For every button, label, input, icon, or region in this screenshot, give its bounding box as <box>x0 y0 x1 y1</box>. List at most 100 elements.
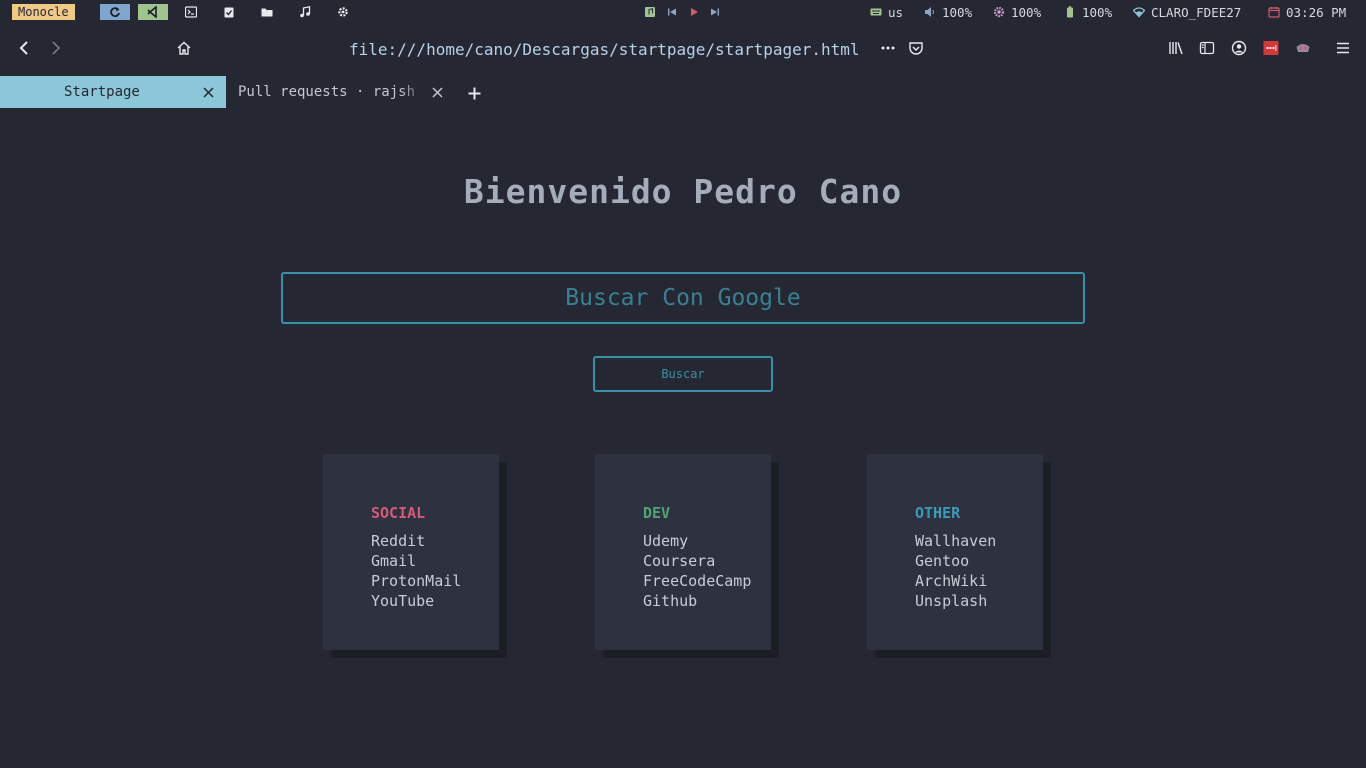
link-wallhaven[interactable]: Wallhaven <box>915 531 996 551</box>
back-button[interactable] <box>12 36 36 60</box>
workspace-music-icon[interactable] <box>290 4 320 20</box>
gear-icon <box>338 7 348 17</box>
link-reddit[interactable]: Reddit <box>371 531 461 551</box>
tab-label: Pull requests · rajsh <box>238 84 416 100</box>
forward-button[interactable] <box>44 36 68 60</box>
keyboard-status[interactable]: us <box>870 3 903 21</box>
close-tab-button[interactable] <box>201 85 215 99</box>
startpage-content: Bienvenido Pedro Cano Buscar SOCIAL Redd… <box>0 112 1366 768</box>
tab-label: Startpage <box>64 84 140 100</box>
battery-text: 100% <box>1082 4 1113 20</box>
library-icon <box>1169 42 1183 55</box>
password-manager-button[interactable] <box>1259 36 1283 60</box>
battery-status[interactable]: 100% <box>1064 3 1112 21</box>
menu-button[interactable] <box>1331 36 1355 60</box>
vscode-icon <box>147 6 157 18</box>
hamburger-menu-icon <box>1337 42 1349 54</box>
close-icon <box>431 86 443 98</box>
next-track-button[interactable] <box>708 4 722 20</box>
address-bar[interactable]: file:///home/cano/Descargas/startpage/st… <box>349 40 860 59</box>
brightness-icon <box>993 6 1005 18</box>
workspace-clipboard-icon[interactable] <box>214 4 244 20</box>
clipboard-check-icon <box>224 7 234 18</box>
folder-icon <box>261 8 273 17</box>
window-manager-bar: Monocle us 100% 100% 100% CLARO_FDEE27 0… <box>0 0 1366 24</box>
link-youtube[interactable]: YouTube <box>371 591 461 611</box>
home-button[interactable] <box>172 36 196 60</box>
music-icon <box>300 6 311 18</box>
search-button[interactable]: Buscar <box>593 356 773 392</box>
link-list: Reddit Gmail ProtonMail YouTube <box>371 531 461 611</box>
page-actions-button[interactable] <box>876 36 900 60</box>
refresh-icon <box>110 7 120 17</box>
workspace-terminal-icon[interactable] <box>176 4 206 20</box>
search-input[interactable] <box>281 272 1085 324</box>
more-horizontal-icon <box>881 46 895 50</box>
workspace-refresh-icon[interactable] <box>100 4 130 20</box>
clock[interactable]: 03:26 PM <box>1268 3 1346 21</box>
battery-icon <box>1067 6 1073 18</box>
account-button[interactable] <box>1227 36 1251 60</box>
link-protonmail[interactable]: ProtonMail <box>371 571 461 591</box>
link-freecodecamp[interactable]: FreeCodeCamp <box>643 571 751 591</box>
terminal-icon <box>185 6 197 18</box>
layout-indicator[interactable]: Monocle <box>12 4 75 20</box>
link-list: Udemy Coursera FreeCodeCamp Github <box>643 531 751 611</box>
music-app-icon[interactable] <box>643 4 657 20</box>
close-tab-button[interactable] <box>430 85 444 99</box>
play-icon <box>691 8 698 16</box>
plus-icon <box>468 87 480 99</box>
lastpass-icon <box>1263 41 1279 55</box>
wifi-status[interactable]: CLARO_FDEE27 <box>1133 3 1241 21</box>
sidebar-icon <box>1199 41 1215 55</box>
welcome-heading: Bienvenido Pedro Cano <box>463 172 903 211</box>
browser-toolbar: file:///home/cano/Descargas/startpage/st… <box>0 24 1366 72</box>
workspace-folder-icon[interactable] <box>252 4 282 20</box>
pocket-button[interactable] <box>904 36 928 60</box>
play-button[interactable] <box>687 4 701 20</box>
card-social: SOCIAL Reddit Gmail ProtonMail YouTube <box>323 454 499 650</box>
link-archwiki[interactable]: ArchWiki <box>915 571 996 591</box>
link-unsplash[interactable]: Unsplash <box>915 591 996 611</box>
card-heading: OTHER <box>915 504 961 522</box>
card-dev: DEV Udemy Coursera FreeCodeCamp Github <box>595 454 771 650</box>
workspace-vscode-icon[interactable] <box>138 4 168 20</box>
brightness-text: 100% <box>1011 4 1042 20</box>
link-gmail[interactable]: Gmail <box>371 551 461 571</box>
sidebar-button[interactable] <box>1195 36 1219 60</box>
link-gentoo[interactable]: Gentoo <box>915 551 996 571</box>
tab-pull-requests[interactable]: Pull requests · rajsh <box>226 76 448 108</box>
link-list: Wallhaven Gentoo ArchWiki Unsplash <box>915 531 996 611</box>
tab-bar: Startpage Pull requests · rajsh <box>0 76 1366 108</box>
keyboard-icon <box>870 8 882 16</box>
music-note-icon <box>645 7 655 17</box>
clock-text: 03:26 PM <box>1286 4 1347 20</box>
skip-back-icon <box>668 8 676 16</box>
previous-track-button[interactable] <box>665 4 679 20</box>
arrow-left-icon <box>19 41 28 55</box>
library-button[interactable] <box>1164 36 1188 60</box>
calendar-icon <box>1268 7 1280 18</box>
speaker-icon <box>925 7 934 17</box>
link-coursera[interactable]: Coursera <box>643 551 751 571</box>
workspace-gear-icon[interactable] <box>328 4 358 20</box>
link-github[interactable]: Github <box>643 591 751 611</box>
card-other: OTHER Wallhaven Gentoo ArchWiki Unsplash <box>867 454 1043 650</box>
skip-forward-icon <box>711 8 719 16</box>
volume-status[interactable]: 100% <box>924 3 972 21</box>
card-heading: DEV <box>643 504 671 522</box>
tab-startpage[interactable]: Startpage <box>0 76 226 108</box>
keyboard-layout-text: us <box>888 4 904 20</box>
brightness-status[interactable]: 100% <box>993 3 1041 21</box>
wifi-network-text: CLARO_FDEE27 <box>1151 4 1242 20</box>
account-icon <box>1231 40 1247 56</box>
extension-button[interactable] <box>1291 36 1315 60</box>
close-icon <box>202 86 214 98</box>
pocket-icon <box>909 42 923 55</box>
home-icon <box>177 41 191 55</box>
new-tab-button[interactable] <box>465 84 483 102</box>
link-udemy[interactable]: Udemy <box>643 531 751 551</box>
extension-mask-icon <box>1296 44 1310 52</box>
wifi-icon <box>1133 7 1145 18</box>
arrow-right-icon <box>52 41 61 55</box>
